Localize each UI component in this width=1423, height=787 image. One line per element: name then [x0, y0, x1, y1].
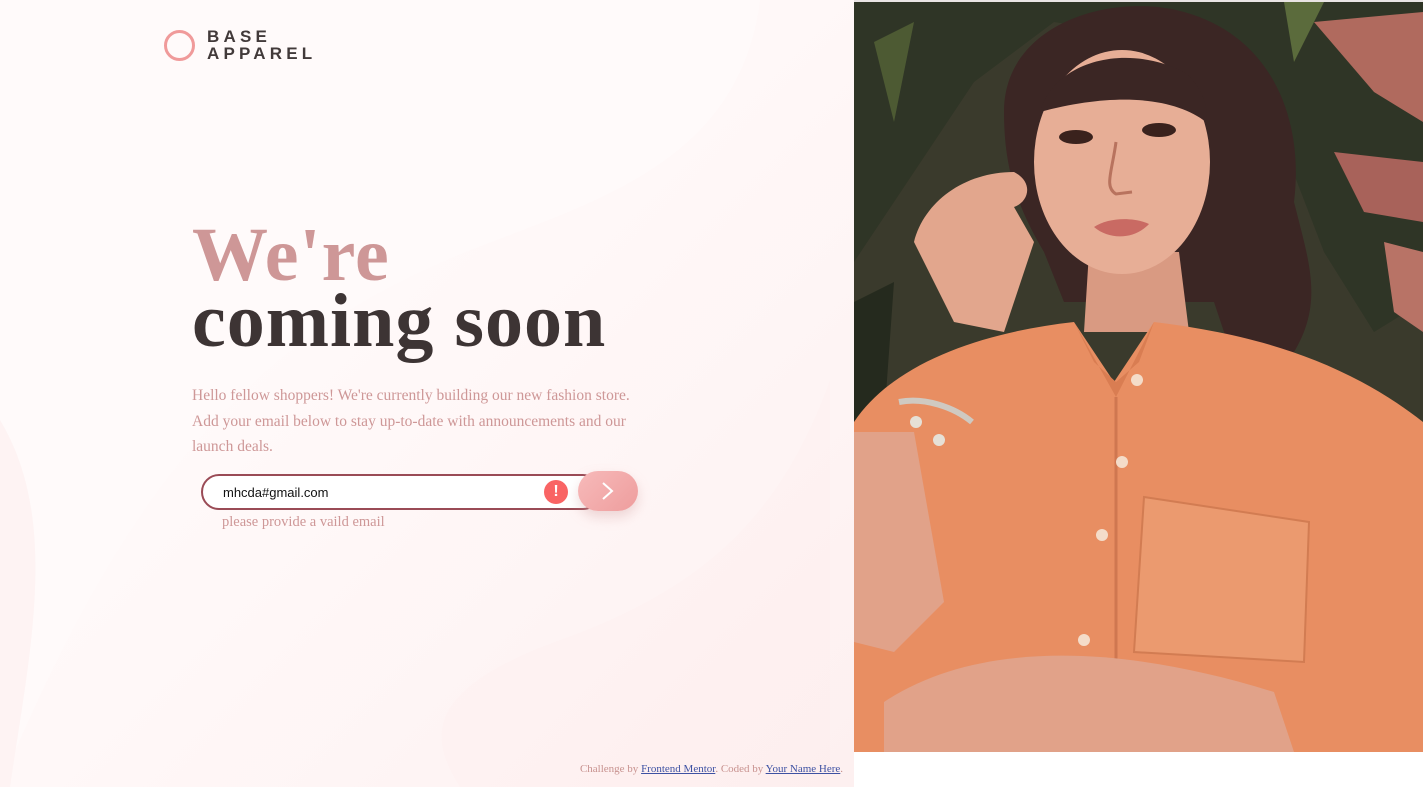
logo-wordmark: BASE APPAREL	[207, 28, 316, 62]
logo-line-2: APPAREL	[207, 44, 317, 63]
exclamation-icon: !	[544, 480, 568, 504]
logo-line-1: BASE	[207, 27, 272, 46]
error-message: please provide a vaild email	[222, 514, 385, 530]
email-field-wrapper	[201, 474, 601, 510]
arrow-right-icon	[602, 482, 614, 500]
email-input[interactable]	[223, 476, 523, 508]
woman-photo-illustration	[854, 2, 1423, 752]
author-link[interactable]: Your Name Here	[766, 763, 841, 775]
footer-prefix: Challenge by	[579, 763, 639, 775]
hero-photo	[854, 2, 1423, 752]
brand-logo[interactable]: BASE APPAREL	[164, 28, 316, 62]
logo-ring-icon	[164, 29, 195, 61]
heading-line-2: coming soon	[192, 279, 607, 363]
footer-middle: . Coded by	[715, 763, 764, 775]
page-heading: We're coming soon	[192, 217, 607, 363]
intro-text: Hello fellow shoppers! We're currently b…	[192, 387, 630, 455]
attribution-footer: Challenge by Frontend Mentor. Coded by Y…	[0, 763, 1423, 775]
frontend-mentor-link[interactable]: Frontend Mentor	[641, 763, 715, 775]
footer-suffix: .	[840, 763, 844, 775]
left-panel: BASE APPAREL We're coming soon Hello fel…	[0, 0, 854, 787]
submit-button[interactable]	[578, 471, 638, 511]
